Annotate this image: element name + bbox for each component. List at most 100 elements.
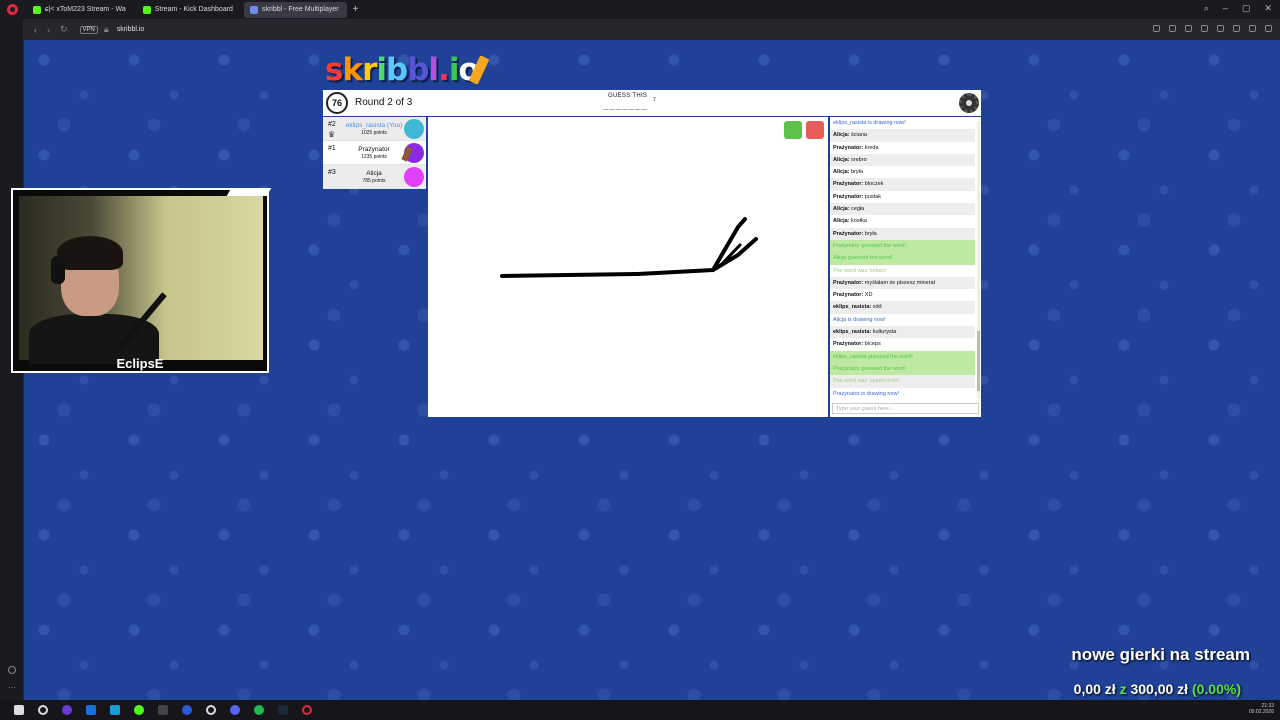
chat-user: Prażynator:: [833, 144, 864, 151]
player-row[interactable]: #2 ♛ eklips_rasista (You) 1025 points: [323, 117, 426, 141]
webcam-feed: [19, 196, 263, 364]
screen: ɕ|< xToM223 Stream - Wa Stream - Kick Da…: [0, 0, 1280, 720]
chat-message: Alicja is drawing now!: [830, 314, 975, 326]
chat-messages: eklips_rasista is drawing now! Alicja: śc…: [830, 117, 975, 401]
tab-label: Stream - Kick Dashboard: [154, 6, 233, 13]
extensions-icon[interactable]: [1201, 25, 1208, 32]
chat-text: bryła: [864, 230, 877, 237]
player-row[interactable]: #3 Alicja 785 points: [323, 165, 426, 189]
stream-goal-title: nowe gierki na stream: [1071, 645, 1250, 664]
tab-kick-stream[interactable]: ɕ|< xToM223 Stream - Wa: [27, 2, 134, 18]
chat-text: bryła: [851, 169, 863, 176]
chat-message: The word was 'żelazo': [830, 265, 975, 277]
camera-icon[interactable]: [1169, 25, 1176, 32]
app-icon[interactable]: [158, 705, 168, 715]
start-icon[interactable]: [14, 705, 24, 715]
logo-letter: i: [376, 52, 387, 88]
search-icon[interactable]: [38, 705, 48, 715]
logo-letter: k: [342, 52, 363, 88]
app-icon[interactable]: [86, 705, 96, 715]
chat-message: Alicja: cegła: [830, 203, 975, 216]
timer-clock: 76: [326, 92, 348, 114]
logo-letter: i: [448, 52, 460, 88]
chat-system-text: The word was 'żelazo': [833, 267, 887, 274]
chat-message: eklips_rasista is drawing now!: [830, 117, 975, 129]
minimize-icon[interactable]: –: [1223, 3, 1228, 14]
chat-text: ściana: [851, 132, 867, 139]
vpn-badge[interactable]: VPN: [79, 25, 98, 34]
player-name: Prażynator: [358, 146, 390, 153]
headphones: [51, 256, 65, 284]
thumbs-up-icon[interactable]: [784, 121, 802, 139]
chat-system-text: Alicja guessed the word!: [833, 255, 893, 262]
reload-icon[interactable]: ↻: [60, 24, 68, 35]
logo-letter: b: [386, 52, 408, 88]
forward-icon[interactable]: ›: [47, 25, 50, 35]
system-tray[interactable]: 21:33 09.02.2026: [1249, 703, 1274, 715]
chat-panel: eklips_rasista is drawing now! Alicja: śc…: [830, 117, 981, 417]
search-icon[interactable]: ⌕: [1204, 3, 1209, 14]
more-icon[interactable]: ⋯: [8, 683, 16, 692]
app-icon[interactable]: [110, 705, 120, 715]
kick-icon[interactable]: [134, 705, 144, 715]
chat-text: biceps: [864, 341, 881, 348]
download-icon[interactable]: [1249, 25, 1256, 32]
history-icon[interactable]: [8, 666, 16, 674]
chat-user: Prażynator:: [833, 193, 864, 200]
skribbl-logo[interactable]: skribbl.io: [325, 52, 480, 88]
app-icon[interactable]: [62, 705, 72, 715]
chat-message: Alicja guessed the word!: [830, 252, 975, 265]
obs-icon[interactable]: [206, 705, 216, 715]
spotify-icon[interactable]: [254, 705, 264, 715]
word-hint: _______: [603, 101, 648, 111]
stream-goal-progress: 0,00 zł z 300,00 zł (0.00%): [1074, 681, 1241, 697]
streamer-hair: [57, 236, 123, 270]
tab-kick-dashboard[interactable]: Stream - Kick Dashboard: [137, 2, 241, 18]
chat-user: Alicja:: [833, 132, 850, 139]
guess-input[interactable]: Type your guess here...: [832, 403, 979, 414]
opera-icon[interactable]: [302, 705, 312, 715]
tab-skribbl[interactable]: skribbl - Free Multiplayer: [243, 1, 347, 18]
new-tab-button[interactable]: +: [353, 4, 359, 15]
opera-logo-icon: [7, 4, 18, 15]
maximize-icon[interactable]: ▢: [1242, 3, 1251, 14]
windows-taskbar: 21:33 09.02.2026: [0, 700, 1280, 720]
chat-message: eklips_rasista: kulturysta: [830, 326, 975, 339]
goal-separator: z: [1119, 681, 1127, 697]
back-icon[interactable]: ‹: [34, 25, 37, 35]
player-avatar: [404, 119, 424, 139]
profile-icon[interactable]: [1265, 25, 1272, 32]
app-icon[interactable]: [182, 705, 192, 715]
close-icon[interactable]: ✕: [1264, 3, 1272, 14]
chat-message: Prażynator: kreda: [830, 142, 975, 154]
streamer-name: EclipsE: [116, 356, 164, 371]
chat-text: myślałam że piszesz minerał: [864, 279, 935, 286]
chat-text: bloczek: [864, 181, 884, 188]
chat-user: Alicja:: [833, 156, 850, 163]
heart-icon[interactable]: [1233, 25, 1240, 32]
thumbs-down-icon[interactable]: [806, 121, 824, 139]
steam-icon[interactable]: [278, 705, 288, 715]
url-field[interactable]: skribbl.io: [117, 26, 145, 33]
discord-icon[interactable]: [230, 705, 240, 715]
chat-user: eklips_rasista:: [833, 304, 872, 311]
player-row[interactable]: #1 Prażynator 1235 points: [323, 141, 426, 165]
share-icon[interactable]: [1153, 25, 1160, 32]
round-indicator: Round 2 of 3: [355, 97, 413, 108]
chat-scrollbar[interactable]: [977, 121, 980, 399]
settings-gear-icon[interactable]: [959, 93, 979, 113]
chat-text: XD: [864, 292, 873, 299]
chat-message: Prażynator: bryła: [830, 227, 975, 240]
chat-message: The word was 'spadochron': [830, 375, 975, 388]
settings-icon[interactable]: [1185, 25, 1192, 32]
drawing-canvas[interactable]: [428, 117, 828, 417]
chat-user: Prażynator:: [833, 341, 864, 348]
tab-label: skribbl - Free Multiplayer: [261, 6, 339, 13]
chat-message: Alicja: srebro: [830, 153, 975, 167]
player-icon[interactable]: [1217, 25, 1224, 32]
chat-user: Prażynator:: [833, 292, 864, 299]
chat-system-text: eklips_rasista is drawing now!: [833, 120, 906, 126]
chat-message: eklips_rasista guessed the word!: [830, 350, 975, 363]
chat-text: xdd: [872, 304, 882, 311]
opera-menu-button[interactable]: [0, 0, 24, 19]
